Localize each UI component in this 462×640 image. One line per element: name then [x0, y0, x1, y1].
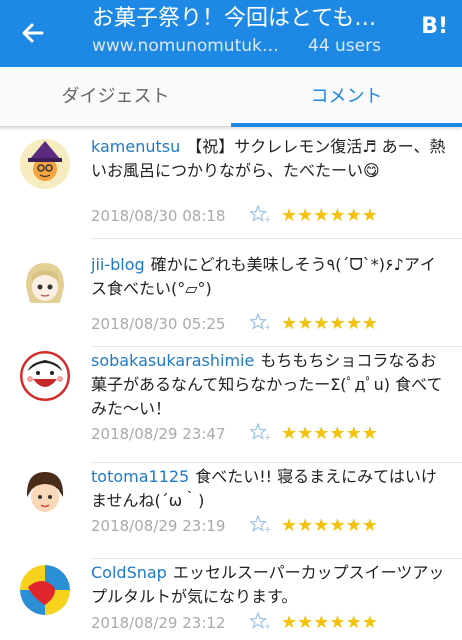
smiling-face-avatar-icon[interactable] — [20, 351, 70, 401]
comment-username[interactable]: jii-blog — [91, 255, 145, 274]
comment-date: 2018/08/30 05:25 — [91, 315, 226, 333]
comment-username[interactable]: totoma1125 — [91, 467, 189, 486]
child-avatar-icon[interactable] — [20, 467, 70, 517]
comment-item: totoma1125 食べたい!! 寝るまえにみてはいけませんね(´ω｀) 201… — [0, 463, 462, 559]
svg-text:+: + — [264, 525, 270, 533]
comment-meta: 2018/08/29 23:12 + ★★★★★★ — [91, 612, 378, 633]
svg-text:+: + — [264, 433, 270, 441]
comment-date: 2018/08/29 23:19 — [91, 517, 226, 535]
comment-username[interactable]: ColdSnap — [91, 563, 167, 582]
add-star-icon[interactable]: + — [250, 612, 270, 630]
comment-item: ColdSnap エッセルスーパーカップスイーツアップルタルトが気になります。 2… — [0, 559, 462, 640]
star-rating: ★★★★★★ — [281, 612, 378, 633]
header-subtitle: www.nomunomutuk… 44 users — [92, 36, 381, 56]
comment-date: 2018/08/29 23:47 — [91, 425, 226, 443]
blonde-avatar-icon[interactable] — [20, 257, 70, 307]
page-url: www.nomunomutuk… — [92, 36, 279, 56]
tab-digest[interactable]: ダイジェスト — [0, 67, 231, 127]
comment-username[interactable]: kamenutsu — [91, 137, 180, 156]
comment-username[interactable]: sobakasukarashimie — [91, 351, 254, 370]
comment-item: sobakasukarashimie もちもちショコラなるお菓子があるなんて知らな… — [0, 347, 462, 463]
comment-meta: 2018/08/30 05:25 + ★★★★★★ — [91, 313, 378, 334]
star-rating: ★★★★★★ — [281, 205, 378, 226]
comment-text: jii-blog 確かにどれも美味しそう٩(´ᗜ`*)۶♪アイス食べたい(°▱°) — [91, 253, 447, 301]
add-star-icon[interactable]: + — [250, 205, 270, 223]
comment-list: kamenutsu 【祝】サクレレモン復活♬ あー、熱いお風呂につかりながら、たべ… — [0, 127, 462, 640]
page-title: お菓子祭り！今回はとても… — [92, 6, 377, 31]
comment-item: jii-blog 確かにどれも美味しそう٩(´ᗜ`*)۶♪アイス食べたい(°▱°)… — [0, 239, 462, 347]
comment-text: totoma1125 食べたい!! 寝るまえにみてはいけませんね(´ω｀) — [91, 465, 447, 513]
comment-text: sobakasukarashimie もちもちショコラなるお菓子があるなんて知らな… — [91, 349, 447, 421]
add-star-icon[interactable]: + — [250, 515, 270, 533]
add-star-icon[interactable]: + — [250, 423, 270, 441]
comment-date: 2018/08/29 23:12 — [91, 614, 226, 632]
svg-text:+: + — [264, 622, 270, 630]
comment-item: kamenutsu 【祝】サクレレモン復活♬ あー、熱いお風呂につかりながら、たべ… — [0, 127, 462, 239]
hatena-bookmark-button[interactable]: B! — [421, 14, 448, 39]
svg-text:+: + — [264, 215, 270, 223]
tab-comment[interactable]: コメント — [231, 67, 462, 127]
comment-text: ColdSnap エッセルスーパーカップスイーツアップルタルトが気になります。 — [91, 561, 447, 609]
star-rating: ★★★★★★ — [281, 515, 378, 536]
star-rating: ★★★★★★ — [281, 423, 378, 444]
comment-meta: 2018/08/29 23:19 + ★★★★★★ — [91, 515, 378, 536]
comment-text: kamenutsu 【祝】サクレレモン復活♬ あー、熱いお風呂につかりながら、たべ… — [91, 135, 447, 183]
witch-avatar-icon[interactable] — [20, 139, 70, 189]
comment-meta: 2018/08/29 23:47 + ★★★★★★ — [91, 423, 378, 444]
back-arrow-icon[interactable] — [18, 18, 48, 48]
comment-meta: 2018/08/30 08:18 + ★★★★★★ — [91, 205, 378, 226]
bookmark-user-count: 44 users — [308, 36, 381, 56]
svg-text:+: + — [264, 323, 270, 331]
app-bar: お菓子祭り！今回はとても… www.nomunomutuk… 44 users B… — [0, 0, 462, 67]
star-rating: ★★★★★★ — [281, 313, 378, 334]
add-star-icon[interactable]: + — [250, 313, 270, 331]
comment-date: 2018/08/30 08:18 — [91, 207, 226, 225]
colorful-logo-avatar-icon[interactable] — [20, 565, 70, 615]
tab-bar: ダイジェスト コメント — [0, 67, 462, 127]
